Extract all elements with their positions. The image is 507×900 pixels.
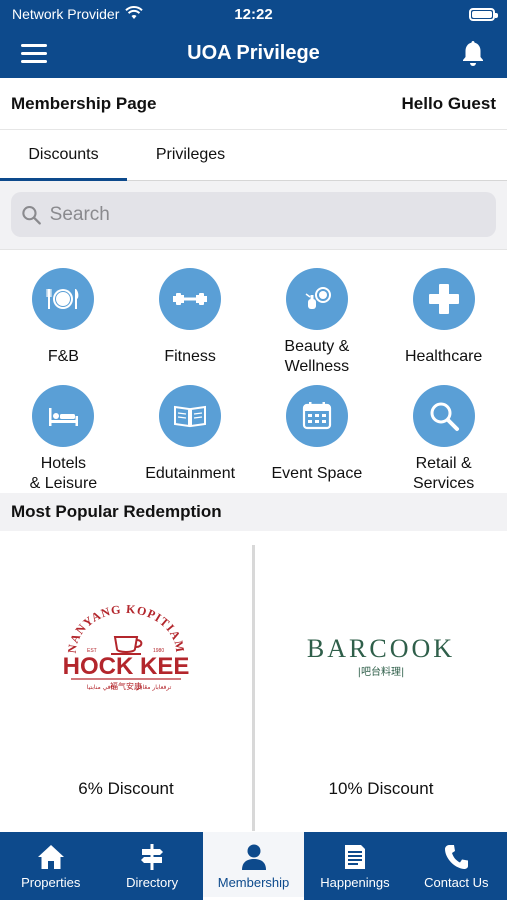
tab-bar: Discounts Privileges (0, 130, 507, 181)
home-icon (37, 844, 64, 869)
bell-icon (462, 41, 483, 66)
nav-properties[interactable]: Properties (0, 832, 101, 900)
category-retail-services[interactable]: Retail & Services (380, 385, 507, 502)
perfume-icon (285, 268, 348, 330)
tab-privileges[interactable]: Privileges (127, 130, 254, 180)
search-icon (22, 205, 41, 225)
person-icon (241, 844, 266, 870)
barcook-logo: BARCOOK |吧台料理| (255, 545, 507, 765)
magnifier-icon (412, 385, 475, 447)
nav-label: Directory (126, 874, 179, 890)
hock-kee-logo: NANYANG KOPITIAM EST 1980 HOCK KEE 福气安康 … (0, 545, 252, 765)
logo-arc-text: NANYANG KOPITIAM (65, 605, 187, 654)
newspaper-icon (344, 844, 365, 869)
app-title: UOA Privilege (187, 41, 320, 64)
phone-icon (445, 844, 469, 869)
bottom-navigation: Properties Directory Membership Happenin… (0, 832, 507, 900)
category-label: Beauty & Wellness (284, 338, 350, 375)
dining-icon (32, 268, 95, 330)
redemption-card[interactable]: NANYANG KOPITIAM EST 1980 HOCK KEE 福气安康 … (0, 545, 252, 831)
bed-icon (32, 385, 95, 447)
category-event-space[interactable]: Event Space (254, 385, 381, 502)
discount-label: 10% Discount (328, 779, 434, 798)
redemption-card[interactable]: BARCOOK |吧台料理| 10% Discount (252, 545, 507, 831)
notifications-button[interactable] (457, 37, 489, 69)
hamburger-icon (21, 44, 47, 63)
nav-happenings[interactable]: Happenings (304, 832, 405, 900)
search-box[interactable] (11, 192, 496, 237)
nav-label: Contact Us (424, 874, 489, 890)
nav-membership[interactable]: Membership (202, 832, 305, 900)
category-label: Retail & Services (412, 455, 475, 492)
nav-label: Membership (217, 874, 290, 890)
book-icon (159, 385, 222, 447)
medical-cross-icon (412, 268, 475, 330)
nav-directory[interactable]: Directory (101, 832, 202, 900)
discount-label: 6% Discount (78, 779, 174, 798)
logo-sub-left: كافي منابتيا (87, 684, 116, 691)
category-healthcare[interactable]: Healthcare (380, 268, 507, 385)
menu-button[interactable] (18, 37, 50, 69)
nav-label: Properties (21, 874, 81, 890)
battery-icon (469, 7, 498, 21)
logo-sub-right: ترفعابار مڠافي (135, 684, 172, 691)
nav-contact-us[interactable]: Contact Us (406, 832, 507, 900)
signpost-icon (141, 843, 164, 870)
redemption-cards: NANYANG KOPITIAM EST 1980 HOCK KEE 福气安康 … (0, 531, 507, 831)
logo-main-text: BARCOOK (307, 634, 455, 663)
category-grid: F&B Fitness Beauty & Wellness Healthcare… (0, 250, 507, 493)
logo-main-text: HOCK KEE (63, 653, 190, 680)
category-label: Event Space (271, 465, 363, 482)
category-fnb[interactable]: F&B (0, 268, 127, 385)
svg-text:NANYANG KOPITIAM: NANYANG KOPITIAM (65, 605, 188, 654)
page-title: Membership Page (11, 93, 157, 113)
category-label: Hotels & Leisure (29, 455, 98, 492)
nav-label: Happenings (320, 874, 390, 890)
status-bar: Network Provider 12:22 (0, 0, 507, 28)
calendar-icon (285, 385, 348, 447)
wifi-icon (125, 5, 144, 23)
logo-sub-text: |吧台料理| (358, 665, 405, 678)
category-label: Edutainment (145, 465, 236, 482)
category-beauty-wellness[interactable]: Beauty & Wellness (254, 268, 381, 385)
app-bar: UOA Privilege (0, 28, 507, 78)
category-label: F&B (47, 348, 79, 365)
status-left: Network Provider (12, 5, 144, 23)
search-bar-container (0, 181, 507, 250)
category-fitness[interactable]: Fitness (127, 268, 254, 385)
membership-header: Membership Page Hello Guest (0, 78, 507, 130)
category-label: Healthcare (404, 348, 483, 365)
category-edutainment[interactable]: Edutainment (127, 385, 254, 502)
category-hotels-leisure[interactable]: Hotels & Leisure (0, 385, 127, 502)
carrier-label: Network Provider (12, 6, 120, 22)
search-input[interactable] (49, 203, 486, 226)
dumbbell-icon (159, 268, 222, 330)
greeting-text: Hello Guest (401, 93, 496, 113)
category-label: Fitness (164, 348, 216, 365)
tab-discounts[interactable]: Discounts (0, 130, 127, 181)
